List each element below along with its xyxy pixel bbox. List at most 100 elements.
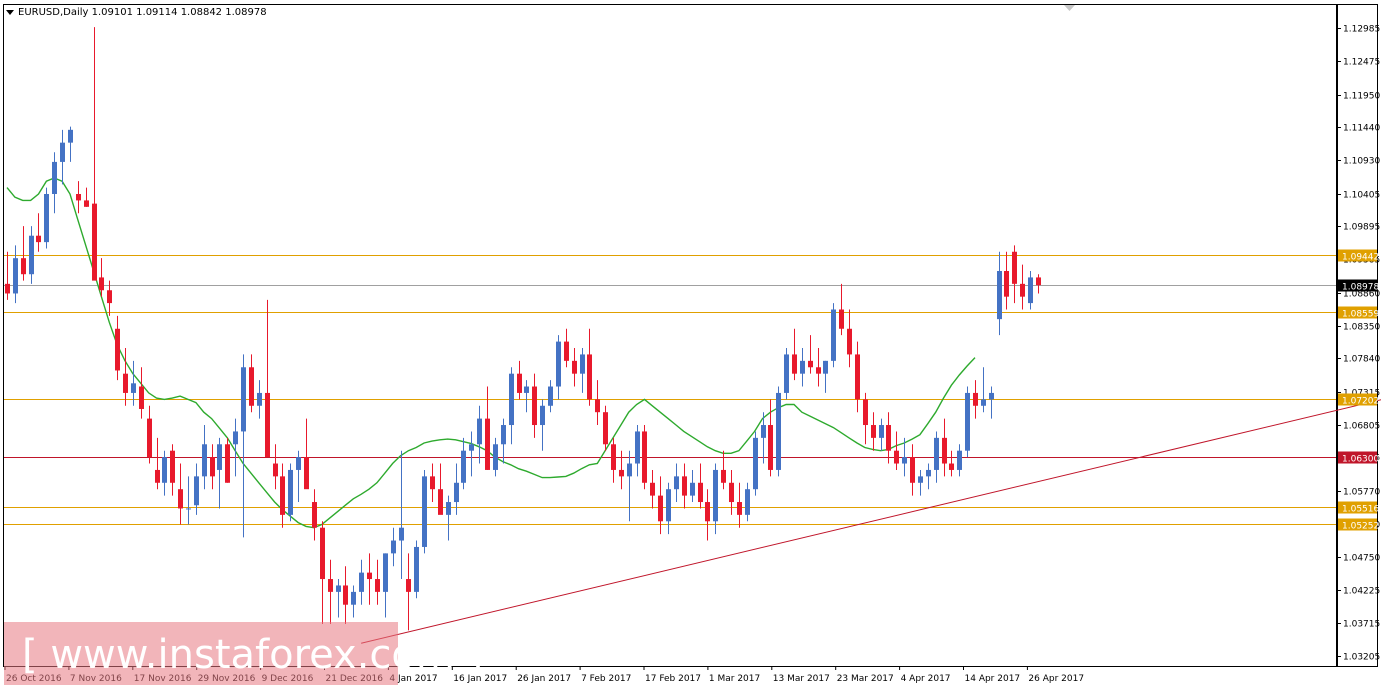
candle-body (721, 469, 726, 483)
candle-body (399, 527, 404, 541)
candle-body (414, 546, 419, 592)
candle-body (367, 572, 372, 580)
bullish-candle (753, 431, 758, 496)
candle-body (548, 386, 553, 406)
candle-body (194, 476, 199, 506)
candle-body (1028, 277, 1033, 304)
ohlc-values: 1.09101 1.09114 1.08842 1.08978 (91, 7, 267, 18)
candle-body (52, 161, 57, 194)
candle-body (257, 392, 262, 406)
candle-body (1012, 251, 1017, 284)
level-label: 1.05252 (1342, 522, 1379, 532)
candle-body (572, 360, 577, 374)
level-label: 1.08978 (1342, 283, 1379, 293)
y-tick-label: 1.10405 (1343, 191, 1380, 201)
candle-body (698, 482, 703, 503)
candle-body (509, 373, 514, 426)
candle-body (351, 591, 356, 605)
candle-body (800, 360, 805, 374)
x-tick-label: 1 Mar 2017 (709, 674, 760, 684)
candle-body (894, 450, 899, 464)
candle-body (217, 444, 222, 470)
level-label: 1.07202 (1342, 397, 1379, 407)
candle-body (957, 450, 962, 470)
candle-body (422, 476, 427, 547)
candle-body (627, 463, 632, 477)
x-tick-label: 26 Jan 2017 (517, 674, 571, 684)
bullish-candle (44, 187, 49, 249)
candle-body (249, 367, 254, 406)
candle-body (225, 444, 230, 483)
candle-body (997, 271, 1002, 320)
bullish-candle (776, 386, 781, 477)
bullish-candle (831, 303, 836, 368)
y-tick-label: 1.11440 (1343, 124, 1380, 134)
candle-body (76, 193, 81, 201)
candle-body (886, 425, 891, 451)
candle-body (587, 354, 592, 400)
candle-body (524, 386, 529, 393)
candle-body (44, 193, 49, 243)
candle-body (595, 399, 600, 413)
dropdown-triangle-icon[interactable] (6, 9, 14, 15)
bullish-candle (965, 386, 970, 458)
candle-body (123, 373, 128, 393)
watermark-banner: [ www.instaforex.com ] (4, 622, 483, 685)
candlestick-chart: 1.12985 1.12475 1.11950 1.11440 1.10930 1.104… (0, 0, 1381, 691)
y-tick-label: 1.12475 (1343, 58, 1380, 68)
y-tick-label: 1.09895 (1343, 223, 1380, 233)
candle-body (391, 540, 396, 554)
chart-title: EURUSD,Daily 1.09101 1.09114 1.08842 1.0… (6, 7, 267, 18)
bullish-candle (784, 348, 789, 400)
candle-body (768, 425, 773, 470)
y-tick-label: 1.07840 (1343, 355, 1380, 365)
candle-body (737, 502, 742, 515)
candle-body (981, 399, 986, 406)
bearish-candle (603, 405, 608, 451)
y-tick-label: 1.03205 (1343, 653, 1380, 663)
candle-body (21, 258, 26, 275)
candle-body (29, 235, 34, 275)
x-tick-label: 17 Feb 2017 (645, 674, 701, 684)
chart-area: 1.12985 1.12475 1.11950 1.11440 1.10930 1.104… (0, 0, 1381, 691)
candle-body (650, 482, 655, 496)
candle-body (265, 392, 270, 458)
candle-body (477, 418, 482, 445)
candle-body (430, 476, 435, 490)
candle-body (336, 585, 341, 592)
candle-body (383, 553, 388, 592)
candle-body (949, 463, 954, 470)
x-tick-label: 7 Feb 2017 (581, 674, 631, 684)
candle-body (823, 360, 828, 374)
candle-body (784, 354, 789, 393)
candle-body (147, 418, 152, 458)
candle-body (532, 386, 537, 426)
candle-body (461, 450, 466, 483)
candle-body (855, 354, 860, 400)
candle-body (359, 572, 364, 592)
x-tick-label: 13 Mar 2017 (773, 674, 830, 684)
candle-body (107, 290, 112, 304)
candle-body (989, 392, 994, 400)
y-tick-label: 1.04225 (1343, 587, 1380, 597)
candle-body (343, 585, 348, 605)
candle-body (942, 437, 947, 464)
candle-body (501, 425, 506, 445)
y-tick-label: 1.03715 (1343, 620, 1380, 630)
candle-body (186, 508, 191, 510)
candle-body (202, 444, 207, 477)
candle-body (556, 341, 561, 387)
level-label: 1.05516 (1342, 505, 1379, 515)
candle-body (517, 373, 522, 393)
candle-body (241, 367, 246, 432)
candle-body (839, 309, 844, 329)
candle-body (446, 502, 451, 515)
candle-body (296, 457, 301, 470)
candle-body (469, 444, 474, 451)
candle-body (68, 129, 73, 143)
candle-body (13, 258, 18, 294)
candle-body (564, 341, 569, 361)
candle-body (635, 431, 640, 464)
y-tick-label: 1.11950 (1343, 92, 1380, 102)
candle-body (753, 437, 758, 490)
